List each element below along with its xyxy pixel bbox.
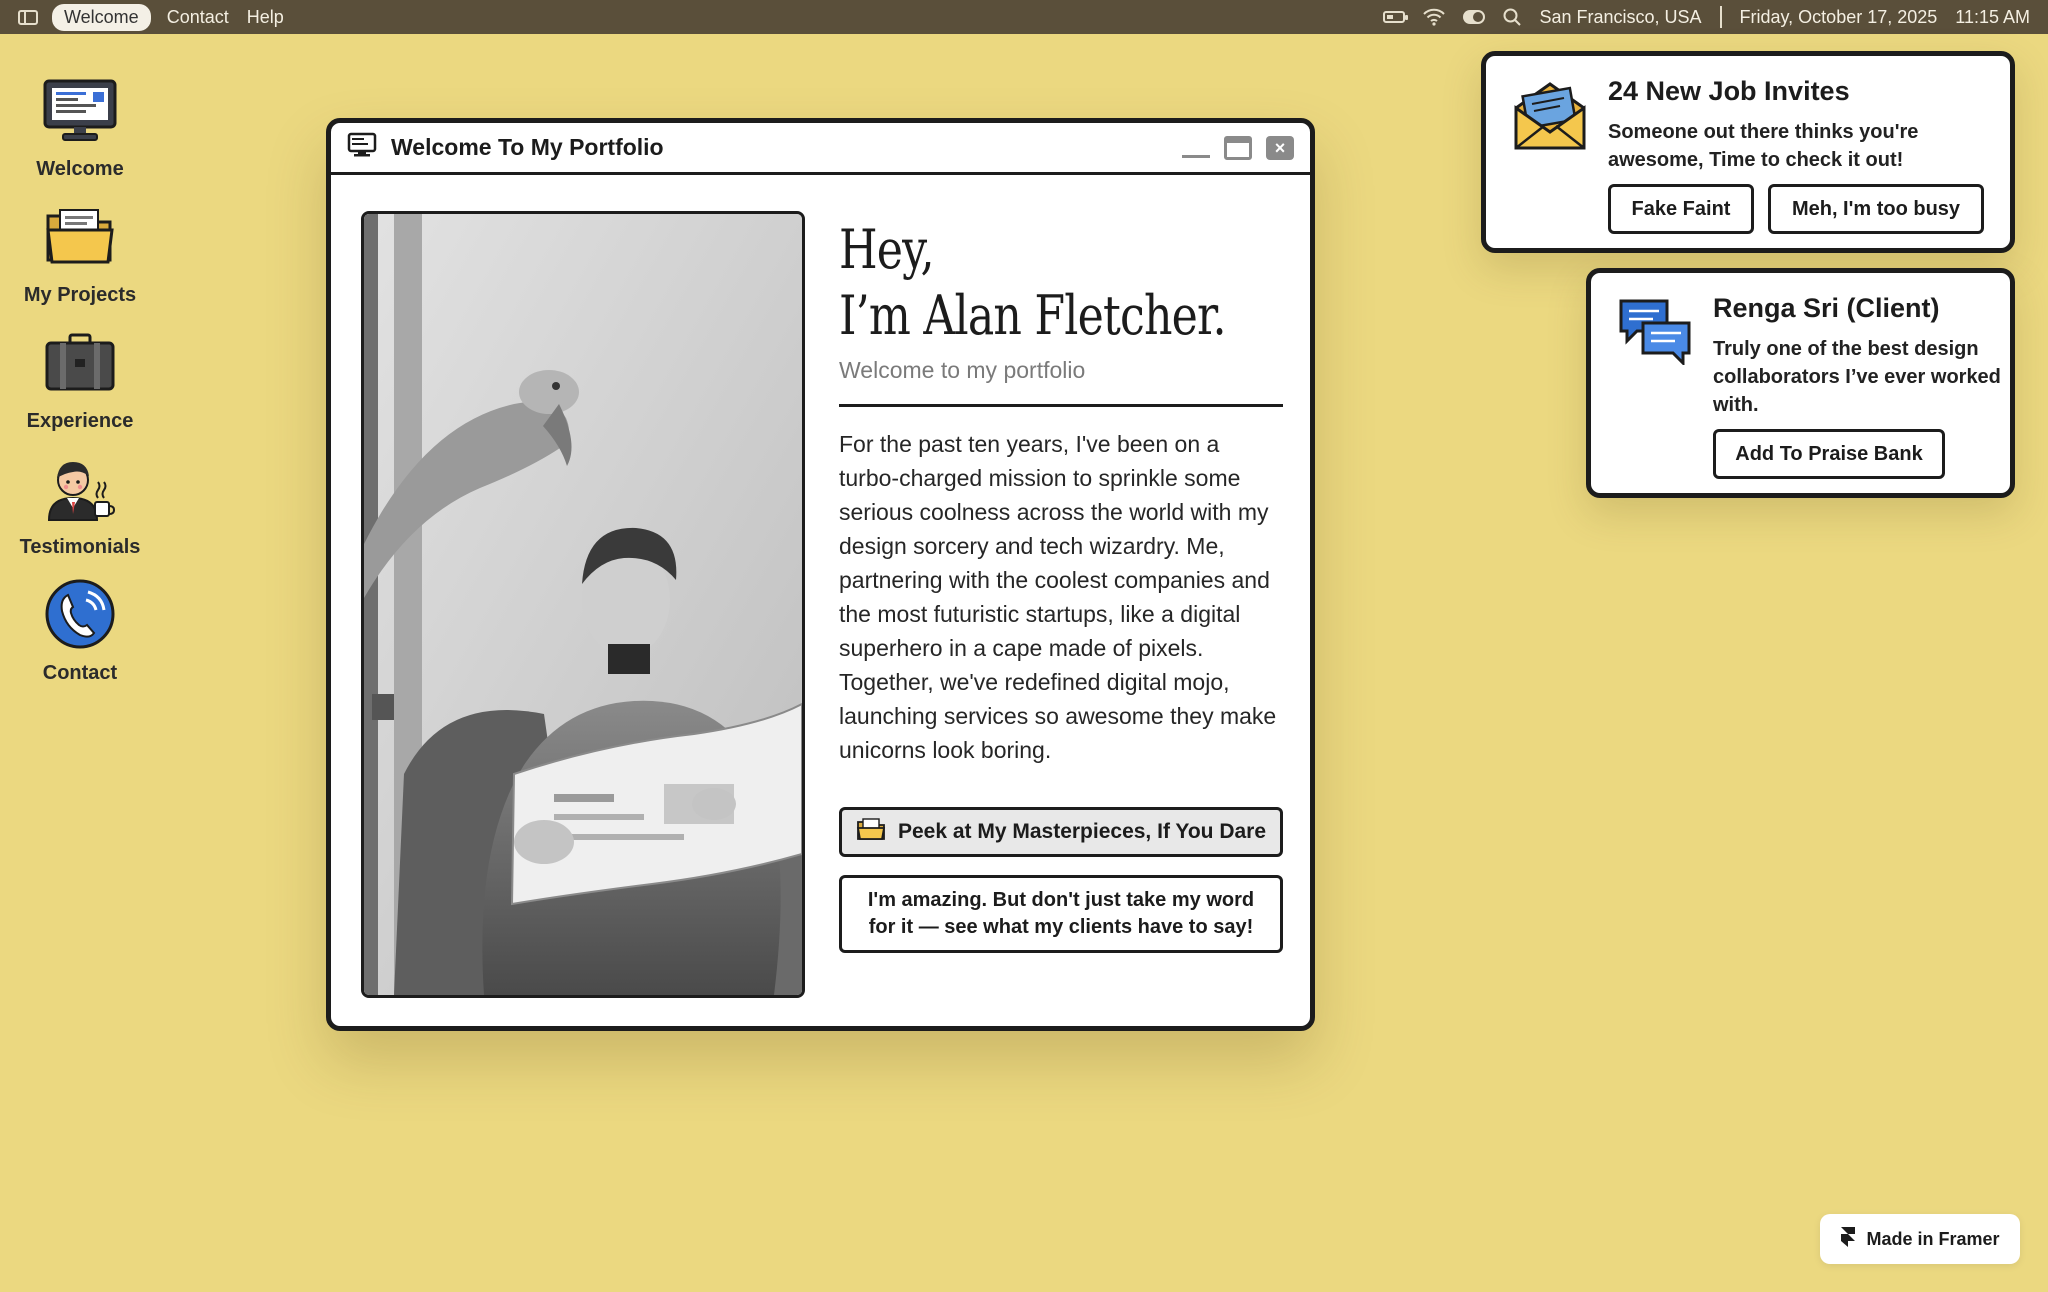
desktop-icon-my-projects[interactable]: My Projects <box>0 196 160 307</box>
notification-body: Truly one of the best design collaborato… <box>1713 338 2001 416</box>
close-button[interactable]: × <box>1266 135 1294 160</box>
battery-icon[interactable] <box>1383 11 1409 23</box>
menubar-divider <box>1719 6 1722 28</box>
too-busy-button[interactable]: Meh, I'm too busy <box>1768 184 1984 234</box>
menu-item-welcome[interactable]: Welcome <box>52 3 151 31</box>
maximize-button[interactable] <box>1224 135 1252 160</box>
window-title: Welcome To My Portfolio <box>391 134 664 160</box>
monitor-icon <box>347 132 377 163</box>
folder-icon <box>856 817 886 847</box>
fake-faint-button[interactable]: Fake Faint <box>1608 184 1754 234</box>
portfolio-window: Welcome To My Portfolio × Hey, I’m Alan … <box>326 118 1315 1031</box>
view-testimonials-button[interactable]: I'm amazing. But don't just take my word… <box>839 875 1283 953</box>
notification-body: Someone out there thinks you're awesome,… <box>1608 121 1919 171</box>
bio-paragraph: For the past ten years, I've been on a t… <box>839 431 1277 763</box>
desktop-icon-label: Experience <box>26 410 134 432</box>
client-testimonial-notification: Renga Sri (Client) Truly one of the best… <box>1586 268 2015 498</box>
greeting-line-2: I’m Alan Fletcher. <box>839 284 1227 347</box>
desktop-icon-welcome[interactable]: Welcome <box>0 70 160 181</box>
phone-icon <box>40 574 120 654</box>
desktop-icon-testimonials[interactable]: Testimonials <box>0 448 160 559</box>
portrait-photo <box>361 211 805 998</box>
notification-title: Renga Sri (Client) <box>1713 293 1940 323</box>
desktop-icon-label: Contact <box>42 662 118 684</box>
desktop-icon-label: Welcome <box>36 158 124 180</box>
desktop-icon-experience[interactable]: Experience <box>0 322 160 433</box>
subtitle: Welcome to my portfolio <box>839 357 1086 383</box>
minimize-button[interactable] <box>1182 155 1210 158</box>
job-invites-notification: 24 New Job Invites Someone out there thi… <box>1481 51 2015 253</box>
made-in-framer-badge[interactable]: Made in Framer <box>1820 1214 2020 1264</box>
window-titlebar[interactable]: Welcome To My Portfolio × <box>331 123 1310 175</box>
time-text: 11:15 AM <box>1955 6 2030 27</box>
view-projects-label: Peek at My Masterpieces, If You Dare <box>897 820 1267 843</box>
menu-bar: Welcome Contact Help San Francisco, USA … <box>0 0 2048 34</box>
folder-icon <box>40 196 120 276</box>
wifi-icon[interactable] <box>1423 8 1446 26</box>
control-center-icon[interactable] <box>1463 10 1486 24</box>
notification-title: 24 New Job Invites <box>1608 76 1850 106</box>
greeting-heading: Hey, I’m Alan Fletcher. <box>839 217 1227 349</box>
view-projects-button[interactable]: Peek at My Masterpieces, If You Dare <box>839 807 1283 857</box>
desktop-icon-label: My Projects <box>23 284 137 306</box>
date-text: Friday, October 17, 2025 <box>1739 6 1938 27</box>
add-to-praise-bank-button[interactable]: Add To Praise Bank <box>1713 429 1945 479</box>
person-coffee-icon <box>40 448 120 528</box>
badge-label: Made in Framer <box>1866 1228 2000 1249</box>
menu-item-contact[interactable]: Contact <box>165 4 231 31</box>
desktop-icon-contact[interactable]: Contact <box>0 574 160 685</box>
greeting-line-1: Hey, <box>839 218 935 281</box>
search-icon[interactable] <box>1503 8 1522 26</box>
briefcase-icon <box>40 322 120 402</box>
envelope-icon <box>1512 78 1588 154</box>
location-text: San Francisco, USA <box>1539 6 1702 27</box>
divider <box>839 404 1283 407</box>
menu-item-help[interactable]: Help <box>245 4 286 31</box>
desktop-icon-label: Testimonials <box>19 536 141 558</box>
sidebar-toggle-icon[interactable] <box>18 9 38 25</box>
framer-logo-icon <box>1840 1226 1856 1253</box>
chat-bubbles-icon <box>1617 295 1693 371</box>
computer-icon <box>40 70 120 150</box>
